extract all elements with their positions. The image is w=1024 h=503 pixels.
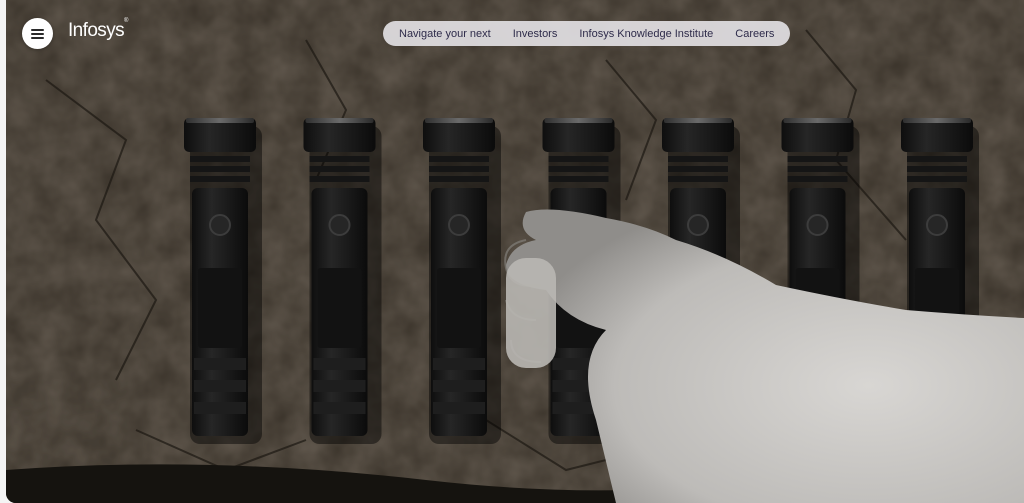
menu-button[interactable] <box>22 18 53 49</box>
infosys-logo[interactable]: Infosys® <box>68 18 128 42</box>
top-nav: Navigate your next Investors Infosys Kno… <box>383 21 791 46</box>
nav-navigate-your-next[interactable]: Navigate your next <box>399 28 491 40</box>
hero-section: Infosys® Navigate your next Investors In… <box>6 0 1024 503</box>
nav-infosys-knowledge-institute[interactable]: Infosys Knowledge Institute <box>579 28 713 40</box>
flashlight <box>303 118 382 444</box>
nav-careers[interactable]: Careers <box>735 28 774 40</box>
logo-text: Infosys <box>68 20 125 41</box>
hamburger-icon <box>31 28 44 39</box>
hero-image <box>6 0 1024 503</box>
flashlight <box>184 118 262 444</box>
flashlight <box>423 118 501 444</box>
logo-mark: ® <box>124 18 128 24</box>
nav-investors[interactable]: Investors <box>513 28 558 40</box>
